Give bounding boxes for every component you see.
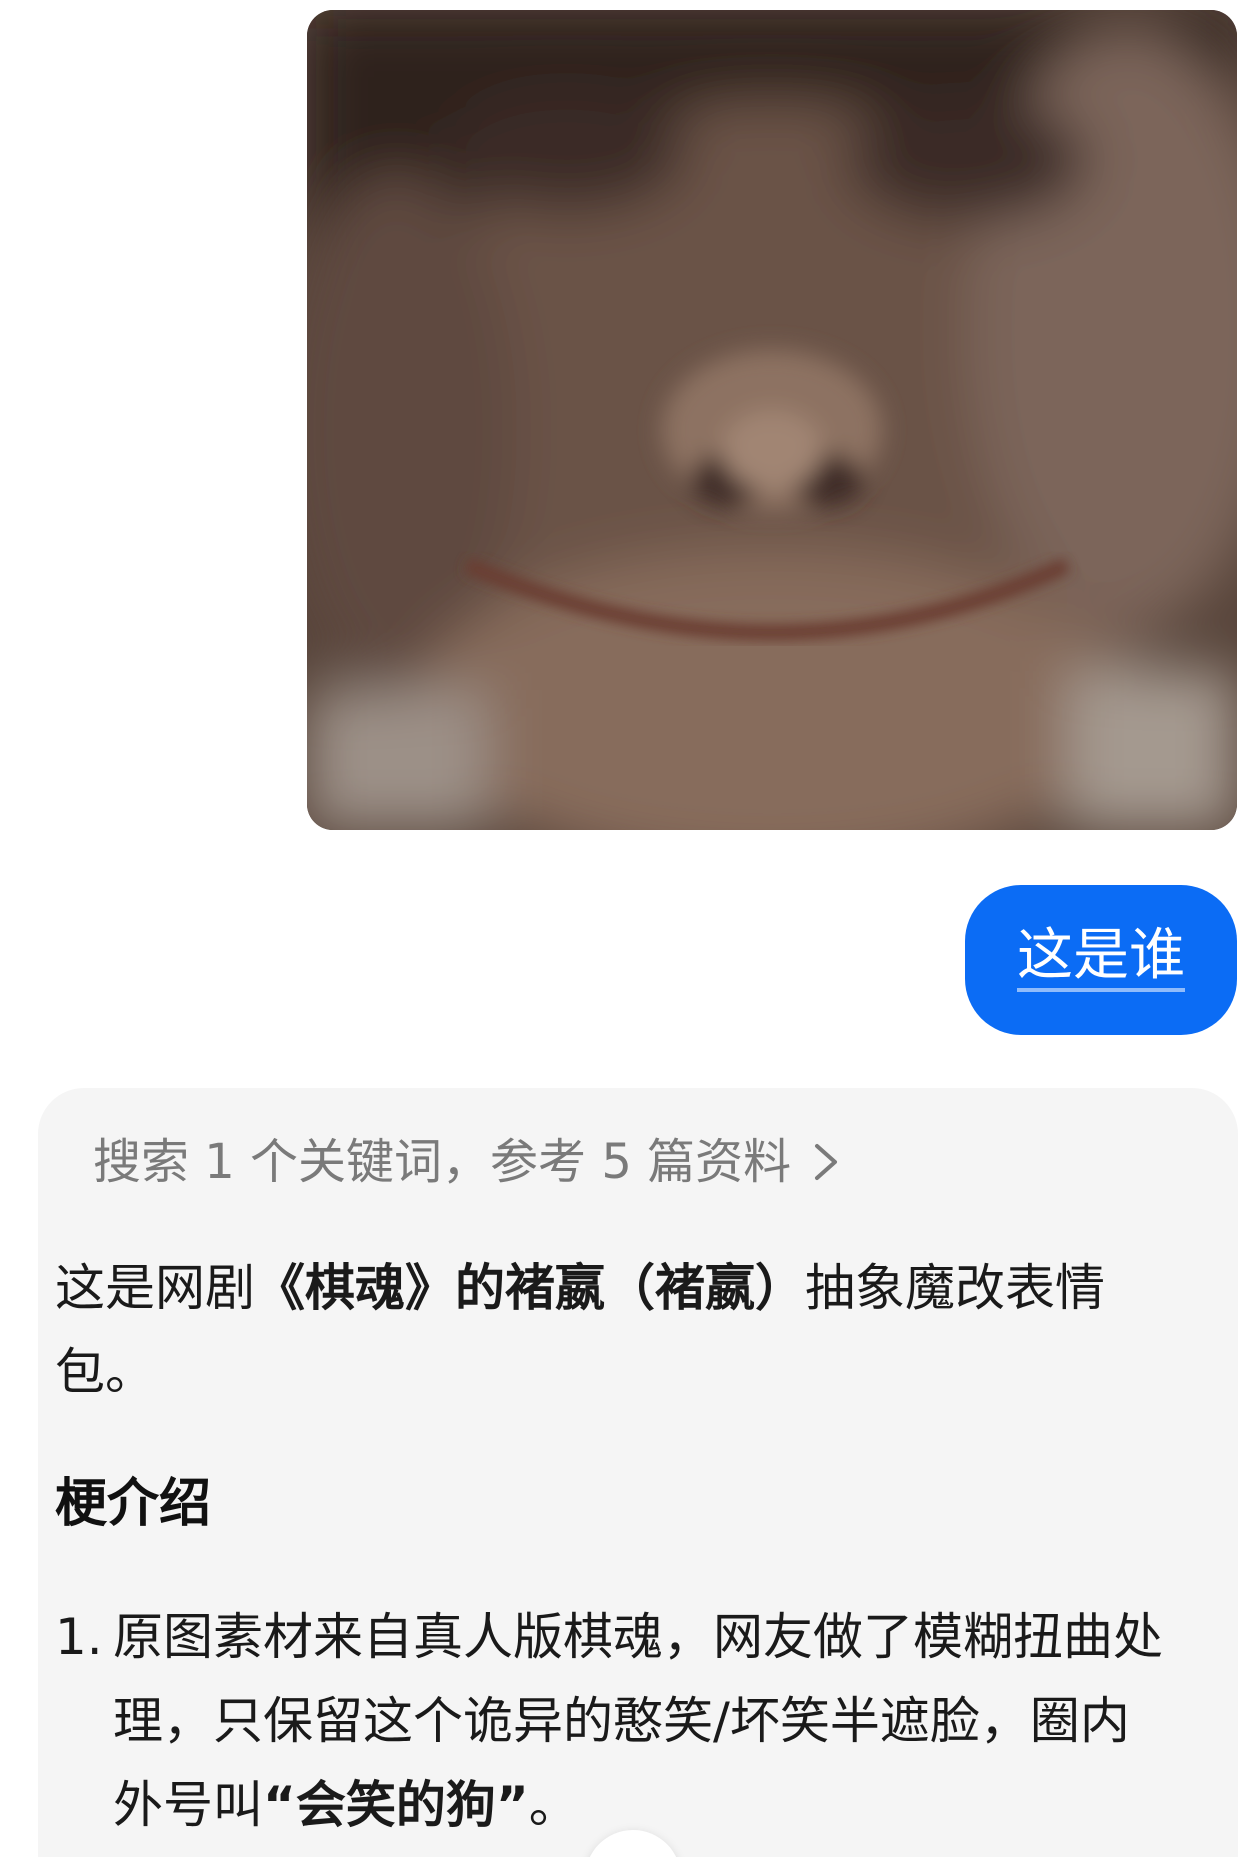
sent-image[interactable] xyxy=(307,10,1237,830)
list-text-bold: “会笑的狗” xyxy=(263,1776,529,1834)
list-item: 1. 原图素材来自真人版棋魂，网友做了模糊扭曲处理，只保留这个诡异的憨笑/坏笑半… xyxy=(55,1595,1175,1847)
blurred-face-image xyxy=(307,10,1237,830)
search-references-link[interactable]: 搜索 1 个关键词，参考 5 篇资料 xyxy=(93,1138,843,1186)
section-title: 梗介绍 xyxy=(55,1474,212,1534)
list-text-after: 。 xyxy=(528,1776,579,1834)
user-message-text: 这是谁 xyxy=(1017,928,1185,992)
chevron-right-icon xyxy=(815,1144,838,1180)
search-summary-text: 搜索 1 个关键词，参考 5 篇资料 xyxy=(93,1134,792,1190)
list-number: 1. xyxy=(55,1608,103,1666)
list-item-text: 原图素材来自真人版棋魂，网友做了模糊扭曲处理，只保留这个诡异的憨笑/坏笑半遮脸，… xyxy=(113,1595,1175,1847)
answer-text: 这是网剧《棋魂》的褚嬴（褚嬴）抽象魔改表情包。 xyxy=(55,1246,1155,1414)
user-message-bubble[interactable]: 这是谁 xyxy=(965,885,1237,1035)
answer-part-1: 这是网剧 xyxy=(55,1259,255,1317)
answer-part-bold: 《棋魂》的褚嬴（褚嬴） xyxy=(255,1259,805,1317)
chat-screen: 这是谁 搜索 1 个关键词，参考 5 篇资料 这是网剧《棋魂》的褚嬴（褚嬴）抽象… xyxy=(0,0,1260,1857)
